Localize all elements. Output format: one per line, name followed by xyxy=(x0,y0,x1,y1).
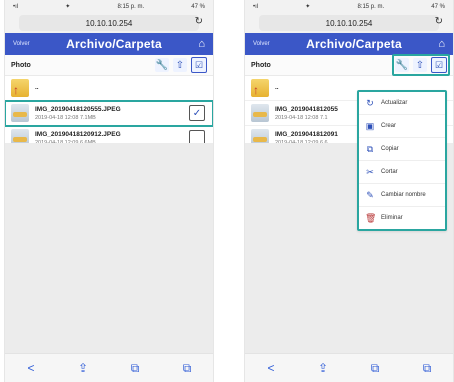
phone-left: •ıl ✦ 8:15 p. m. 47 % 10.10.10.254 ↻ Vol… xyxy=(4,0,214,382)
file-name: IMG_2019041812091 xyxy=(275,130,338,138)
tool-group: 🔧 ⇧ ☑ xyxy=(392,54,450,76)
menu-item-actualizar[interactable]: ↻ Actualizar xyxy=(359,92,445,115)
context-menu: ↻ Actualizar ▣ Crear ⧉ Copiar ✂ Cortar ✎… xyxy=(357,90,447,231)
folder-up-icon xyxy=(11,79,29,97)
select-all-icon[interactable]: ☑ xyxy=(191,57,207,73)
wrench-icon[interactable]: 🔧 xyxy=(395,58,409,72)
address-field[interactable]: 10.10.10.254 xyxy=(19,15,199,31)
image-icon xyxy=(11,104,29,122)
menu-item-label: Actualizar xyxy=(381,100,408,106)
menu-item-cambiar-nombre[interactable]: ✎ Cambiar nombre xyxy=(359,184,445,207)
content-background xyxy=(5,143,213,354)
page-title: Archivo/Carpeta xyxy=(66,37,162,51)
back-button[interactable]: Volver xyxy=(253,41,270,47)
url-bar: 10.10.10.254 ↻ xyxy=(245,13,453,33)
browser-toolbar: < ⇪ ⧉ ⧉ xyxy=(5,353,213,382)
home-icon[interactable]: ⌂ xyxy=(198,38,205,50)
clock: 8:15 p. m. xyxy=(357,3,385,10)
address-field[interactable]: 10.10.10.254 xyxy=(259,15,439,31)
item-checkbox[interactable]: ✓ xyxy=(189,105,205,121)
back-nav-icon[interactable]: < xyxy=(260,361,282,375)
menu-item-crear[interactable]: ▣ Crear xyxy=(359,115,445,138)
list-item[interactable]: IMG_20190418120555.JPEG 2019-04-18 12:08… xyxy=(5,100,213,127)
list-item[interactable]: .. xyxy=(5,76,213,101)
tool-group: 🔧 ⇧ ☑ xyxy=(155,57,207,73)
page-title: Archivo/Carpeta xyxy=(306,37,402,51)
file-list: .. IMG_20190418120555.JPEG 2019-04-18 12… xyxy=(5,76,213,151)
file-name: .. xyxy=(35,83,39,91)
wrench-icon[interactable]: 🔧 xyxy=(155,58,169,72)
address-text: 10.10.10.254 xyxy=(325,18,373,28)
tabs-icon[interactable]: ⧉ xyxy=(176,361,198,376)
status-bar: •ıl ✦ 8:15 p. m. 47 % xyxy=(245,0,453,13)
menu-item-label: Crear xyxy=(381,123,397,129)
create-folder-icon: ▣ xyxy=(365,120,375,131)
bookmarks-icon[interactable]: ⧉ xyxy=(124,361,146,376)
refresh-icon: ↻ xyxy=(366,97,374,108)
toolbar: Photo 🔧 ⇧ ☑ xyxy=(245,54,453,76)
status-bar: •ıl ✦ 8:15 p. m. 47 % xyxy=(5,0,213,13)
battery-percent: 47 % xyxy=(191,3,205,10)
menu-item-label: Copiar xyxy=(381,146,399,152)
rename-icon: ✎ xyxy=(366,189,374,200)
upload-icon[interactable]: ⇧ xyxy=(173,58,187,72)
url-bar: 10.10.10.254 ↻ xyxy=(5,13,213,33)
select-all-icon[interactable]: ☑ xyxy=(431,57,447,73)
image-icon xyxy=(251,104,269,122)
nav-bar: Volver Archivo/Carpeta ⌂ xyxy=(5,33,213,55)
carrier-signal: •ıl xyxy=(13,3,19,10)
menu-item-eliminar[interactable]: 🗑 Eliminar xyxy=(359,207,445,229)
battery-percent: 47 % xyxy=(431,3,445,10)
home-icon[interactable]: ⌂ xyxy=(438,38,445,50)
back-nav-icon[interactable]: < xyxy=(20,361,42,375)
menu-item-cortar[interactable]: ✂ Cortar xyxy=(359,161,445,184)
bookmarks-icon[interactable]: ⧉ xyxy=(364,361,386,376)
refresh-icon[interactable]: ↻ xyxy=(435,16,443,27)
toolbar: Photo 🔧 ⇧ ☑ xyxy=(5,55,213,76)
folder-up-icon xyxy=(251,79,269,97)
carrier-signal: •ıl xyxy=(253,3,259,10)
browser-toolbar: < ⇪ ⧉ ⧉ xyxy=(245,353,453,382)
address-text: 10.10.10.254 xyxy=(85,18,133,28)
file-name: IMG_20190418120555.JPEG xyxy=(35,105,121,113)
menu-item-copiar[interactable]: ⧉ Copiar xyxy=(359,138,445,161)
file-name: IMG_2019041812055 xyxy=(275,105,338,113)
phone-right: •ıl ✦ 8:15 p. m. 47 % 10.10.10.254 ↻ Vol… xyxy=(244,0,454,382)
menu-item-label: Cortar xyxy=(381,169,398,175)
folder-label: Photo xyxy=(11,61,31,69)
menu-item-label: Eliminar xyxy=(381,215,403,221)
wifi-icon: ✦ xyxy=(65,4,71,10)
back-button[interactable]: Volver xyxy=(13,41,30,47)
share-icon[interactable]: ⇪ xyxy=(72,361,94,375)
clock: 8:15 p. m. xyxy=(117,3,145,10)
copy-icon: ⧉ xyxy=(366,143,374,154)
tabs-icon[interactable]: ⧉ xyxy=(416,361,438,376)
trash-icon: 🗑 xyxy=(365,212,377,223)
refresh-icon[interactable]: ↻ xyxy=(195,16,203,27)
nav-bar: Volver Archivo/Carpeta ⌂ xyxy=(245,33,453,55)
file-name: .. xyxy=(275,83,279,91)
file-name: IMG_20190418120912.JPEG xyxy=(35,130,121,138)
folder-label: Photo xyxy=(251,61,271,69)
cut-icon: ✂ xyxy=(366,166,374,177)
wifi-icon: ✦ xyxy=(305,4,311,10)
file-meta: 2019-04-18 12:08 7.1MB xyxy=(35,114,96,121)
menu-item-label: Cambiar nombre xyxy=(381,192,426,198)
share-icon[interactable]: ⇪ xyxy=(312,361,334,375)
file-meta: 2019-04-18 12:08 7.1 xyxy=(275,114,328,121)
upload-icon[interactable]: ⇧ xyxy=(413,58,427,72)
